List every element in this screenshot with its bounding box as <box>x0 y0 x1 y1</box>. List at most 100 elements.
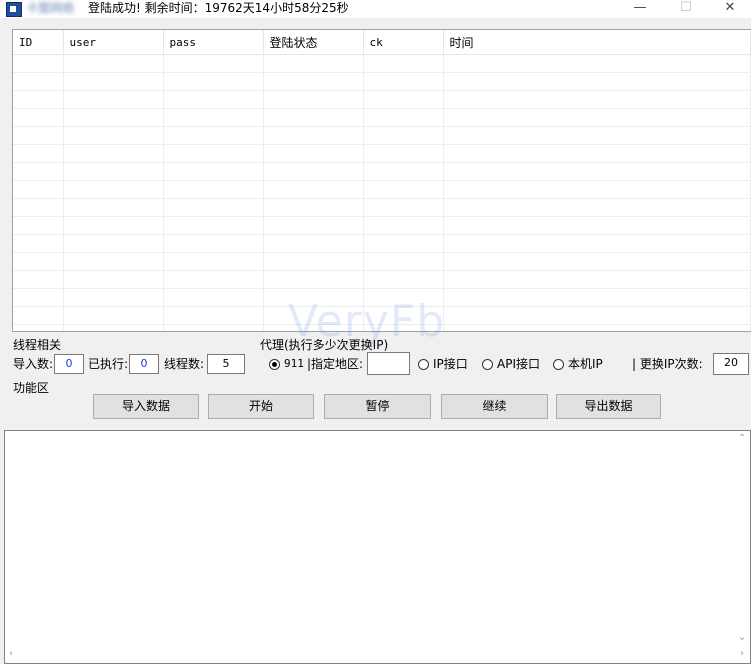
table-cell <box>163 198 264 217</box>
table-cell <box>163 216 264 235</box>
import-count-field[interactable]: 0 <box>54 354 84 374</box>
vertical-scrollbar[interactable]: ⌃ ⌄ <box>734 431 750 646</box>
table-row[interactable] <box>13 108 751 127</box>
table-row[interactable] <box>13 144 751 163</box>
table-cell <box>443 252 751 271</box>
table-row[interactable] <box>13 288 751 307</box>
column-header-time[interactable]: 时间 <box>443 30 751 55</box>
column-header-id[interactable]: ID <box>13 30 64 55</box>
table-cell <box>163 306 264 325</box>
table-cell <box>363 324 444 331</box>
column-header-pass[interactable]: pass <box>163 30 264 55</box>
table-cell <box>63 162 164 181</box>
scroll-up-icon[interactable]: ⌃ <box>738 433 746 445</box>
start-button[interactable]: 开始 <box>208 394 314 419</box>
table-row[interactable] <box>13 198 751 217</box>
column-header-login-status[interactable]: 登陆状态 <box>263 30 364 55</box>
table-cell <box>163 324 264 331</box>
table-row[interactable] <box>13 126 751 145</box>
horizontal-scrollbar[interactable]: ‹ › <box>5 646 750 663</box>
table-cell <box>163 126 264 145</box>
app-icon <box>6 2 22 17</box>
region-input[interactable] <box>367 352 410 375</box>
radio-911-label: 911 <box>284 357 304 370</box>
radio-911[interactable] <box>269 359 280 370</box>
table-cell <box>63 108 164 127</box>
table-cell <box>443 54 751 73</box>
table-cell <box>63 234 164 253</box>
radio-api-interface[interactable] <box>482 359 493 370</box>
scroll-down-icon[interactable]: ⌄ <box>738 632 746 644</box>
continue-button[interactable]: 继续 <box>441 394 548 419</box>
thread-count-field[interactable]: 5 <box>207 354 245 374</box>
account-grid[interactable]: ID user pass 登陆状态 ck 时间 <box>12 29 751 332</box>
log-textarea[interactable]: ⌃ ⌄ ‹ › <box>4 430 751 664</box>
table-cell <box>363 162 444 181</box>
table-cell <box>163 72 264 91</box>
table-cell <box>13 198 64 217</box>
table-cell <box>63 126 164 145</box>
table-cell <box>163 144 264 163</box>
table-cell <box>443 270 751 289</box>
executed-count-field[interactable]: 0 <box>129 354 159 374</box>
table-row[interactable] <box>13 270 751 289</box>
table-row[interactable] <box>13 306 751 325</box>
table-cell <box>263 288 364 307</box>
table-cell <box>443 108 751 127</box>
column-header-user[interactable]: user <box>63 30 164 55</box>
table-cell <box>443 324 751 331</box>
function-section-label: 功能区 <box>13 381 50 395</box>
table-row[interactable] <box>13 54 751 73</box>
table-cell <box>363 144 444 163</box>
table-cell <box>363 126 444 145</box>
table-cell <box>443 90 751 109</box>
table-row[interactable] <box>13 324 751 331</box>
table-cell <box>363 90 444 109</box>
scroll-left-icon[interactable]: ‹ <box>9 648 13 660</box>
switch-ip-count-field[interactable]: 20 <box>713 353 749 375</box>
app-name: 卡盟网络 <box>26 1 75 15</box>
table-row[interactable] <box>13 180 751 199</box>
table-cell <box>63 270 164 289</box>
table-cell <box>163 108 264 127</box>
scroll-right-icon[interactable]: › <box>740 648 744 660</box>
table-cell <box>13 234 64 253</box>
import-count-label: 导入数: <box>13 357 54 371</box>
column-header-ck[interactable]: ck <box>363 30 444 55</box>
table-cell <box>263 108 364 127</box>
table-row[interactable] <box>13 252 751 271</box>
table-row[interactable] <box>13 72 751 91</box>
table-cell <box>263 324 364 331</box>
table-cell <box>163 180 264 199</box>
table-cell <box>263 126 364 145</box>
table-cell <box>13 72 64 91</box>
table-cell <box>13 144 64 163</box>
table-cell <box>263 54 364 73</box>
table-cell <box>263 252 364 271</box>
thread-section-label: 线程相关 <box>13 338 62 352</box>
table-row[interactable] <box>13 216 751 235</box>
import-data-button[interactable]: 导入数据 <box>93 394 199 419</box>
table-cell <box>163 288 264 307</box>
table-cell <box>263 144 364 163</box>
radio-ip-interface[interactable] <box>418 359 429 370</box>
minimize-button[interactable]: — <box>617 0 663 18</box>
table-cell <box>363 198 444 217</box>
table-cell <box>443 126 751 145</box>
table-cell <box>443 198 751 217</box>
table-cell <box>363 306 444 325</box>
table-cell <box>63 306 164 325</box>
maximize-button[interactable]: ☐ <box>663 0 709 18</box>
close-button[interactable]: ✕ <box>707 0 751 18</box>
table-cell <box>363 252 444 271</box>
radio-local-ip[interactable] <box>553 359 564 370</box>
table-cell <box>163 234 264 253</box>
table-cell <box>263 72 364 91</box>
table-row[interactable] <box>13 234 751 253</box>
pause-button[interactable]: 暂停 <box>324 394 431 419</box>
export-data-button[interactable]: 导出数据 <box>556 394 661 419</box>
switch-ip-count-label: | 更换IP次数: <box>632 357 703 371</box>
table-row[interactable] <box>13 162 751 181</box>
table-row[interactable] <box>13 90 751 109</box>
table-cell <box>263 198 364 217</box>
